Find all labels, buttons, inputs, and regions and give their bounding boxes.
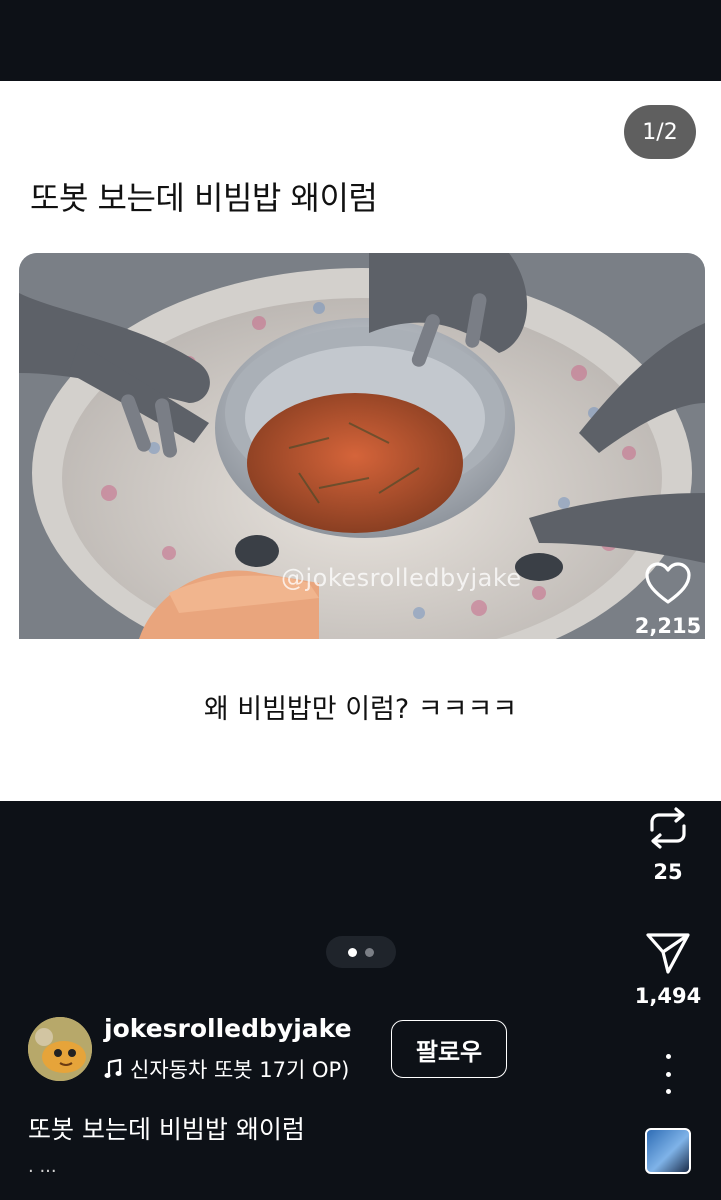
more-vertical-icon[interactable] bbox=[656, 1054, 680, 1094]
heart-icon[interactable] bbox=[644, 562, 692, 606]
share-action[interactable]: 1,494 bbox=[623, 930, 713, 1008]
comment-count: 17 bbox=[653, 742, 683, 766]
avatar[interactable] bbox=[28, 1017, 92, 1081]
post-text[interactable]: 또봇 보는데 비빔밥 왜이럼 bbox=[28, 1110, 305, 1146]
card-caption: 왜 비빔밥만 이럼? ㅋㅋㅋㅋ bbox=[203, 694, 518, 725]
repost-count: 25 bbox=[653, 860, 683, 884]
author-username[interactable]: jokesrolledbyjake bbox=[104, 1014, 352, 1043]
comment-icon[interactable] bbox=[644, 686, 692, 734]
music-info[interactable]: 신자동차 또봇 17기 OP) bbox=[104, 1054, 364, 1084]
like-count: 2,215 bbox=[634, 614, 702, 638]
follow-button[interactable]: 팔로우 bbox=[391, 1020, 507, 1078]
share-icon[interactable] bbox=[644, 930, 692, 976]
carousel-dot-active bbox=[348, 947, 357, 957]
meme-image: @jokesrolledbyjake bbox=[19, 253, 705, 639]
post-media-card[interactable]: 1/2 또봇 보는데 비빔밥 왜이럼 @jokesrolledbyjake 왜 … bbox=[0, 81, 721, 801]
repost-action[interactable]: 25 bbox=[623, 804, 713, 884]
card-title: 또봇 보는데 비빔밥 왜이럼 bbox=[30, 179, 378, 217]
page-indicator-badge: 1/2 bbox=[624, 105, 696, 159]
status-bar-area bbox=[0, 0, 721, 81]
repost-icon[interactable] bbox=[644, 804, 692, 852]
more-text[interactable]: . ... bbox=[28, 1156, 57, 1177]
comment-action[interactable]: 17 bbox=[623, 686, 713, 766]
music-title: 신자동차 또봇 17기 OP) bbox=[130, 1058, 350, 1082]
share-count: 1,494 bbox=[634, 984, 702, 1008]
music-note-icon bbox=[104, 1059, 122, 1078]
carousel-dot bbox=[365, 947, 374, 957]
music-thumbnail[interactable] bbox=[645, 1128, 691, 1174]
watermark-text: @jokesrolledbyjake bbox=[281, 564, 522, 592]
like-action[interactable]: 2,215 bbox=[623, 562, 713, 638]
carousel-indicator bbox=[326, 936, 396, 968]
